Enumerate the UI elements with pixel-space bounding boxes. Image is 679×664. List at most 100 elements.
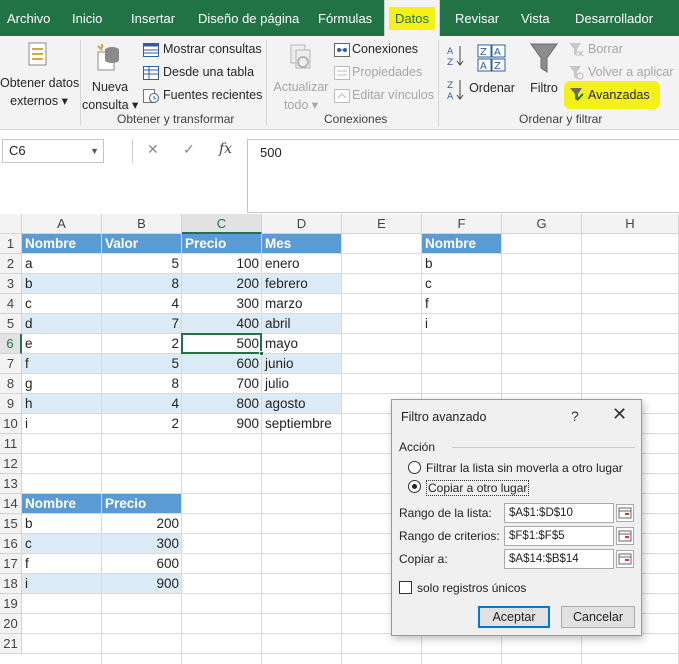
tab-datos[interactable]: Datos — [384, 0, 440, 36]
table-cell[interactable]: 200 — [182, 274, 262, 294]
propiedades-button[interactable]: Propiedades — [334, 65, 434, 83]
borrar-button[interactable]: Borrar — [568, 42, 648, 60]
table-cell[interactable]: 7 — [102, 314, 182, 334]
criteria-cell[interactable]: b — [422, 254, 502, 274]
tab-archivo[interactable]: Archivo — [7, 0, 50, 36]
table-cell[interactable]: b — [22, 274, 102, 294]
row-header-4[interactable]: 4 — [0, 294, 22, 314]
table-header-cell[interactable]: Precio — [182, 234, 262, 254]
table-cell[interactable]: mayo — [262, 334, 342, 354]
table-cell[interactable]: c — [22, 294, 102, 314]
column-header-b[interactable]: B — [102, 214, 182, 234]
range-select-icon[interactable] — [616, 550, 634, 568]
editar-vinculos-button[interactable]: Editar vínculos — [334, 88, 434, 106]
actualizar-todo-button[interactable]: Actualizar todo ▾ — [270, 40, 332, 112]
aceptar-button[interactable]: Aceptar — [478, 606, 550, 628]
tab-revisar[interactable]: Revisar — [455, 0, 499, 36]
column-header-c[interactable]: C — [182, 214, 262, 234]
tab-insertar[interactable]: Insertar — [131, 0, 175, 36]
formula-input[interactable]: 500 — [247, 139, 679, 213]
fill-handle[interactable] — [259, 351, 264, 356]
tab-formulas[interactable]: Fórmulas — [318, 0, 372, 36]
column-header-g[interactable]: G — [502, 214, 582, 234]
sort-az-button[interactable]: AZ — [447, 44, 465, 68]
row-header-20[interactable]: 20 — [0, 614, 22, 634]
output-header-cell[interactable]: Nombre — [22, 494, 102, 514]
output-header-cell[interactable]: Precio — [102, 494, 182, 514]
table-cell[interactable]: h — [22, 394, 102, 414]
table-header-cell[interactable]: Valor — [102, 234, 182, 254]
table-cell[interactable]: d — [22, 314, 102, 334]
output-cell[interactable]: 200 — [102, 514, 182, 534]
tab-vista[interactable]: Vista — [521, 0, 550, 36]
output-cell[interactable]: 900 — [102, 574, 182, 594]
row-header-11[interactable]: 11 — [0, 434, 22, 454]
row-header-9[interactable]: 9 — [0, 394, 22, 414]
table-header-cell[interactable]: Mes — [262, 234, 342, 254]
row-header-8[interactable]: 8 — [0, 374, 22, 394]
output-cell[interactable]: i — [22, 574, 102, 594]
row-header-7[interactable]: 7 — [0, 354, 22, 374]
table-cell[interactable]: 8 — [102, 374, 182, 394]
tab-inicio[interactable]: Inicio — [72, 0, 102, 36]
criteria-cell[interactable]: f — [422, 294, 502, 314]
table-cell[interactable]: septiembre — [262, 414, 342, 434]
column-header-d[interactable]: D — [262, 214, 342, 234]
criteria-cell[interactable]: c — [422, 274, 502, 294]
cancelar-button[interactable]: Cancelar — [561, 606, 635, 628]
option-filtrar-lista[interactable]: Filtrar la lista sin moverla a otro luga… — [408, 460, 638, 476]
enter-icon[interactable]: ✓ — [183, 141, 195, 158]
table-cell[interactable]: agosto — [262, 394, 342, 414]
filtro-button[interactable]: Filtro — [524, 40, 564, 108]
row-header-12[interactable]: 12 — [0, 454, 22, 474]
range-select-icon[interactable] — [616, 527, 634, 545]
nueva-consulta-button[interactable]: Nueva consulta ▾ — [82, 40, 138, 112]
obtener-datos-button[interactable]: Obtener datos externos ▾ — [0, 40, 79, 108]
table-cell[interactable]: 300 — [182, 294, 262, 314]
radio-filtrar-lista[interactable] — [408, 461, 421, 474]
table-cell[interactable]: i — [22, 414, 102, 434]
table-cell[interactable]: 4 — [102, 394, 182, 414]
table-cell[interactable]: febrero — [262, 274, 342, 294]
unicos-checkbox-row[interactable]: solo registros únicos — [399, 580, 559, 596]
cancel-icon[interactable]: ✕ — [147, 141, 159, 158]
table-cell[interactable]: 5 — [102, 254, 182, 274]
table-cell[interactable]: a — [22, 254, 102, 274]
select-all-corner[interactable] — [0, 214, 22, 234]
column-header-f[interactable]: F — [422, 214, 502, 234]
table-cell[interactable]: e — [22, 334, 102, 354]
rango-criterios-input[interactable]: $F$1:$F$5 — [504, 526, 614, 546]
row-header-15[interactable]: 15 — [0, 514, 22, 534]
table-cell[interactable]: marzo — [262, 294, 342, 314]
table-cell[interactable]: 400 — [182, 314, 262, 334]
ordenar-button[interactable]: ZAAZ Ordenar — [469, 40, 515, 108]
row-header-18[interactable]: 18 — [0, 574, 22, 594]
option-copiar[interactable]: Copiar a otro lugar — [408, 479, 548, 496]
copiar-a-input[interactable]: $A$14:$B$14 — [504, 549, 614, 569]
table-header-cell[interactable]: Nombre — [22, 234, 102, 254]
table-cell[interactable]: 100 — [182, 254, 262, 274]
table-cell[interactable]: 900 — [182, 414, 262, 434]
row-header-2[interactable]: 2 — [0, 254, 22, 274]
output-cell[interactable]: f — [22, 554, 102, 574]
insert-function-icon[interactable]: fx — [219, 141, 232, 157]
criteria-header-cell[interactable]: Nombre — [422, 234, 502, 254]
rango-lista-input[interactable]: $A$1:$D$10 — [504, 503, 614, 523]
radio-copiar[interactable] — [408, 480, 421, 493]
row-header-3[interactable]: 3 — [0, 274, 22, 294]
table-cell[interactable]: 4 — [102, 294, 182, 314]
table-cell[interactable]: 600 — [182, 354, 262, 374]
close-icon[interactable]: ✕ — [612, 404, 627, 425]
row-header-21[interactable]: 21 — [0, 634, 22, 654]
table-cell[interactable]: g — [22, 374, 102, 394]
row-header-10[interactable]: 10 — [0, 414, 22, 434]
table-cell[interactable]: f — [22, 354, 102, 374]
column-header-a[interactable]: A — [22, 214, 102, 234]
row-header-13[interactable]: 13 — [0, 474, 22, 494]
criteria-cell[interactable]: i — [422, 314, 502, 334]
table-cell[interactable]: enero — [262, 254, 342, 274]
avanzadas-button[interactable]: Avanzadas — [564, 81, 660, 109]
table-cell[interactable]: 2 — [102, 414, 182, 434]
output-cell[interactable]: 600 — [102, 554, 182, 574]
tab-desarrollador[interactable]: Desarrollador — [575, 0, 653, 36]
